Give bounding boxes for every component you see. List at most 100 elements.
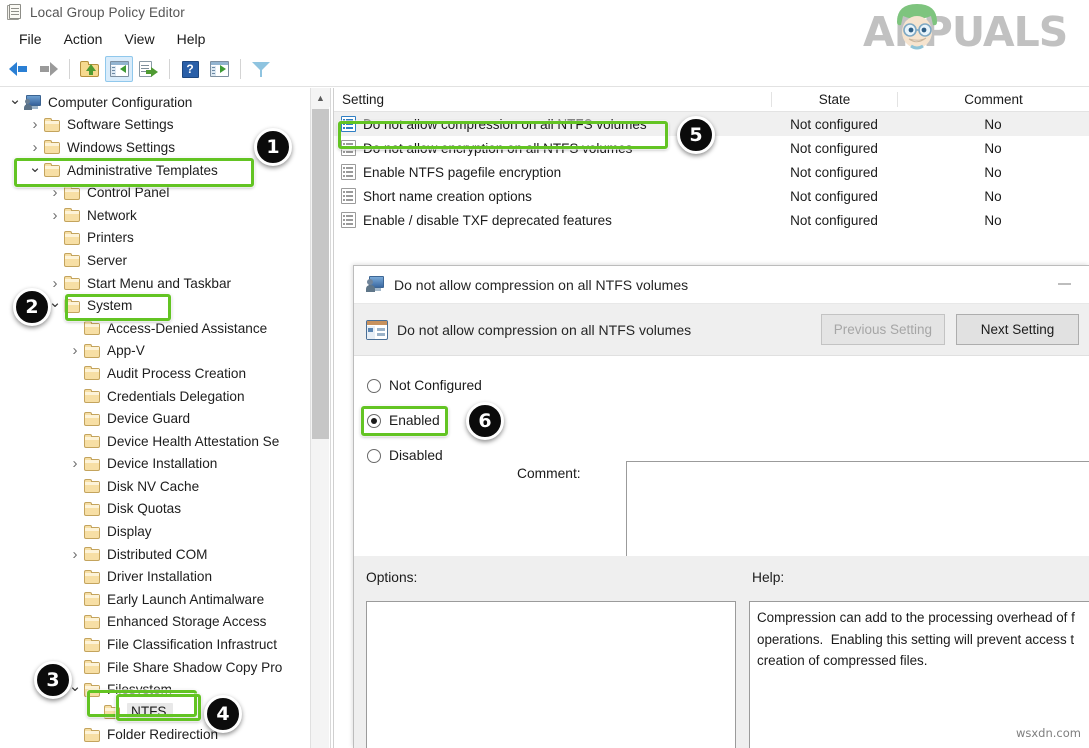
column-header-comment[interactable]: Comment <box>897 92 1089 107</box>
comment-label: Comment: <box>517 466 581 481</box>
folder-icon <box>84 479 101 494</box>
folder-icon <box>84 682 101 697</box>
chevron-right-icon[interactable] <box>46 276 64 291</box>
toolbar-separator-3 <box>240 59 241 79</box>
tree-item-folder-redirection[interactable]: Folder Redirection <box>0 724 310 747</box>
radio-disabled-indicator[interactable] <box>367 448 381 463</box>
tree-item-driver-installation[interactable]: Driver Installation <box>0 565 310 588</box>
setting-name: Enable NTFS pagefile encryption <box>363 164 562 180</box>
comment-textarea[interactable] <box>626 461 1089 558</box>
tree-item-label: NTFS <box>127 703 173 722</box>
tree-item-printers[interactable]: Printers <box>0 227 310 250</box>
column-header-state[interactable]: State <box>771 92 897 107</box>
chevron-right-icon[interactable] <box>66 547 84 562</box>
minimize-icon[interactable] <box>1058 283 1071 285</box>
tree-item-app-v[interactable]: App-V <box>0 340 310 363</box>
menu-item-file[interactable]: File <box>8 29 53 49</box>
chevron-right-icon[interactable] <box>66 456 84 471</box>
folder-icon <box>64 276 81 291</box>
previous-setting-button[interactable]: Previous Setting <box>820 314 945 345</box>
folder-icon <box>64 230 81 245</box>
tree-item-early-launch-antimalware[interactable]: Early Launch Antimalware <box>0 588 310 611</box>
tree-item-device-installation[interactable]: Device Installation <box>0 453 310 476</box>
tree-item-enhanced-storage-access[interactable]: Enhanced Storage Access <box>0 611 310 634</box>
next-setting-button[interactable]: Next Setting <box>956 314 1079 345</box>
radio-disabled[interactable]: Disabled <box>367 438 517 473</box>
chevron-down-icon[interactable] <box>26 163 44 178</box>
tree-item-label: Device Installation <box>107 456 218 472</box>
tree-item-control-panel[interactable]: Control Panel <box>0 181 310 204</box>
tree-item-credentials-delegation[interactable]: Credentials Delegation <box>0 385 310 408</box>
cell-comment: No <box>984 188 1002 204</box>
dialog-lower-section: Options: Help: Compression can add to th… <box>354 556 1089 748</box>
tree-item-ntfs[interactable]: NTFS <box>0 701 310 724</box>
radio-not-configured[interactable]: Not Configured <box>367 368 517 403</box>
cell-state: Not configured <box>790 116 878 132</box>
folder-icon <box>84 389 101 404</box>
folder-icon <box>44 163 61 178</box>
chevron-right-icon[interactable] <box>46 208 64 223</box>
forward-button[interactable] <box>34 56 62 82</box>
tree-scrollbar-thumb[interactable] <box>312 109 329 439</box>
tree-scrollbar[interactable]: ▲ <box>310 88 330 748</box>
tree-item-label: Enhanced Storage Access <box>107 614 267 630</box>
tree-item-disk-quotas[interactable]: Disk Quotas <box>0 498 310 521</box>
settings-list-header: Setting State Comment <box>334 88 1089 112</box>
back-button[interactable] <box>5 56 33 82</box>
tree-item-file-classification-infrastruct[interactable]: File Classification Infrastruct <box>0 633 310 656</box>
tree-item-label: Device Guard <box>107 411 191 427</box>
gpedit-window: Local Group Policy Editor File Action Vi… <box>0 0 1089 748</box>
badge-6: 6 <box>466 402 504 440</box>
menu-item-action[interactable]: Action <box>53 29 114 49</box>
tree-item-label: Disk Quotas <box>107 501 182 517</box>
tree-item-access-denied-assistance[interactable]: Access-Denied Assistance <box>0 317 310 340</box>
menu-item-view[interactable]: View <box>113 29 165 49</box>
tree-item-display[interactable]: Display <box>0 520 310 543</box>
table-row[interactable]: Enable NTFS pagefile encryption Not confi… <box>334 160 1089 184</box>
options-panel[interactable] <box>366 601 736 748</box>
tree-item-distributed-com[interactable]: Distributed COM <box>0 543 310 566</box>
pane-splitter[interactable] <box>330 88 331 748</box>
chevron-right-icon[interactable] <box>26 140 44 155</box>
tree-item-network[interactable]: Network <box>0 204 310 227</box>
up-one-level-button[interactable] <box>76 56 104 82</box>
menu-item-help[interactable]: Help <box>166 29 217 49</box>
tree-item-label: App-V <box>107 343 145 359</box>
help-button[interactable]: ? <box>176 56 204 82</box>
badge-3: 3 <box>34 661 72 699</box>
tree-item-server[interactable]: Server <box>0 249 310 272</box>
tree-item-disk-nv-cache[interactable]: Disk NV Cache <box>0 475 310 498</box>
table-row[interactable]: Enable / disable TXF deprecated features… <box>334 208 1089 232</box>
badge-4: 4 <box>204 695 242 733</box>
folder-icon <box>84 456 101 471</box>
folder-icon <box>64 208 81 223</box>
column-header-setting[interactable]: Setting <box>334 92 771 107</box>
show-hide-tree-button[interactable] <box>105 56 133 82</box>
tree-item-audit-process-creation[interactable]: Audit Process Creation <box>0 362 310 385</box>
chevron-right-icon[interactable] <box>66 343 84 358</box>
chevron-right-icon[interactable] <box>26 117 44 132</box>
export-list-button[interactable] <box>134 56 162 82</box>
tree-item-label: Start Menu and Taskbar <box>87 275 232 291</box>
show-action-pane-button[interactable] <box>205 56 233 82</box>
chevron-right-icon[interactable] <box>46 185 64 200</box>
filter-button[interactable] <box>247 56 275 82</box>
radio-enabled-indicator[interactable] <box>367 413 381 428</box>
badge-5: 5 <box>677 116 715 154</box>
tree-item-computer-configuration[interactable]: Computer Configuration <box>0 91 310 114</box>
tree-item-device-health-attestation-se[interactable]: Device Health Attestation Se <box>0 430 310 453</box>
policy-setting-icon <box>341 188 356 204</box>
tree-item-device-guard[interactable]: Device Guard <box>0 407 310 430</box>
radio-not-configured-indicator[interactable] <box>367 378 381 393</box>
chevron-down-icon[interactable] <box>6 95 24 110</box>
folder-icon <box>104 705 121 720</box>
console-tree-pane[interactable]: Computer Configuration Software Settings W… <box>0 88 310 748</box>
tree-item-label: Filesystem <box>107 682 172 698</box>
table-row[interactable]: Short name creation options Not configure… <box>334 184 1089 208</box>
scroll-up-icon[interactable]: ▲ <box>311 88 330 107</box>
tree-item-label: Disk NV Cache <box>107 478 200 494</box>
folder-icon <box>84 366 101 381</box>
tree-item-label: Driver Installation <box>107 569 213 585</box>
tree-item-start-menu-and-taskbar[interactable]: Start Menu and Taskbar <box>0 272 310 295</box>
cell-state: Not configured <box>790 164 878 180</box>
